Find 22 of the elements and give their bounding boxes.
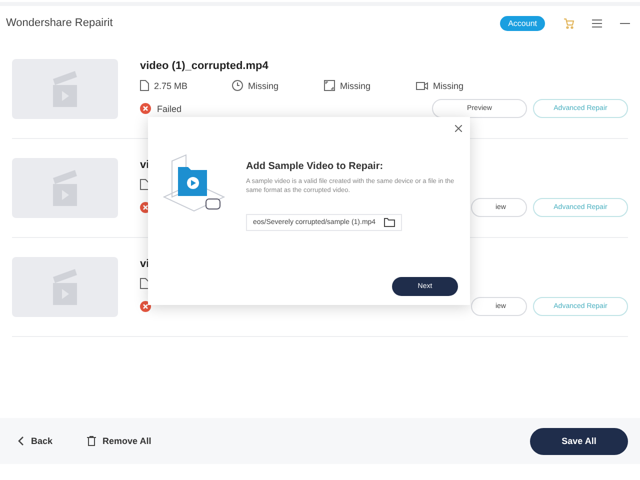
folder-icon[interactable] — [384, 218, 395, 227]
file-icon — [140, 278, 149, 289]
file-icon — [140, 80, 149, 91]
error-icon — [140, 103, 151, 114]
trash-icon — [86, 436, 96, 446]
save-all-button[interactable]: Save All — [530, 428, 628, 454]
status-label: Failed — [157, 104, 182, 114]
remove-all-button[interactable]: Remove All — [80, 435, 158, 447]
codec-value: Missing — [433, 80, 464, 90]
back-button[interactable]: Back — [12, 435, 59, 447]
file-icon — [140, 179, 149, 190]
file-name: video (1)_corrupted.mp4 — [140, 60, 270, 72]
resolution-icon — [324, 80, 335, 91]
close-icon[interactable] — [453, 123, 464, 134]
resolution-value: Missing — [340, 80, 371, 90]
menu-icon[interactable] — [592, 18, 602, 28]
camera-icon — [416, 80, 428, 90]
duration-value: Missing — [248, 80, 279, 90]
file-size: 2.75 MB — [154, 80, 188, 90]
app-title: Wondershare Repairit — [6, 17, 114, 29]
dialog-title: Add Sample Video to Repair: — [246, 161, 384, 172]
clock-icon — [232, 80, 243, 91]
